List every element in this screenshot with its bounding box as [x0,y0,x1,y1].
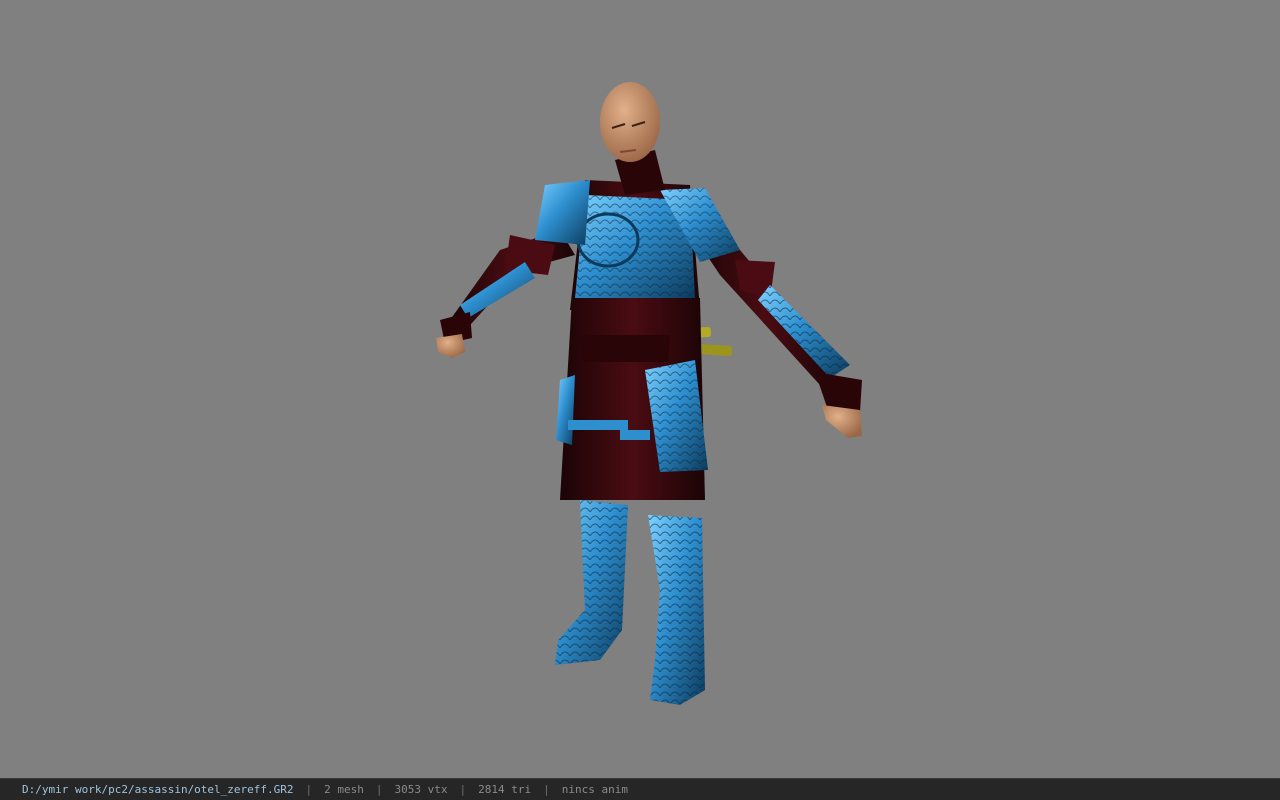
vertex-count: 3053 vtx [394,783,448,796]
left-arm [436,230,575,358]
character-model[interactable] [0,0,1280,778]
mesh-count: 2 mesh [324,783,364,796]
triangle-count: 2814 tri [478,783,532,796]
separator: | [543,783,550,796]
file-path: D:/ymir work/pc2/assassin/otel_zereff.GR… [22,783,294,796]
head [600,82,665,195]
animation-status: nincs anim [561,783,628,796]
status-bar: D:/ymir work/pc2/assassin/otel_zereff.GR… [0,778,1280,800]
separator: | [375,783,383,796]
legs [555,500,705,705]
separator: | [305,783,313,796]
separator: | [459,783,467,796]
waist [556,298,708,500]
3d-viewport[interactable] [0,0,1280,778]
right-arm [690,230,862,438]
